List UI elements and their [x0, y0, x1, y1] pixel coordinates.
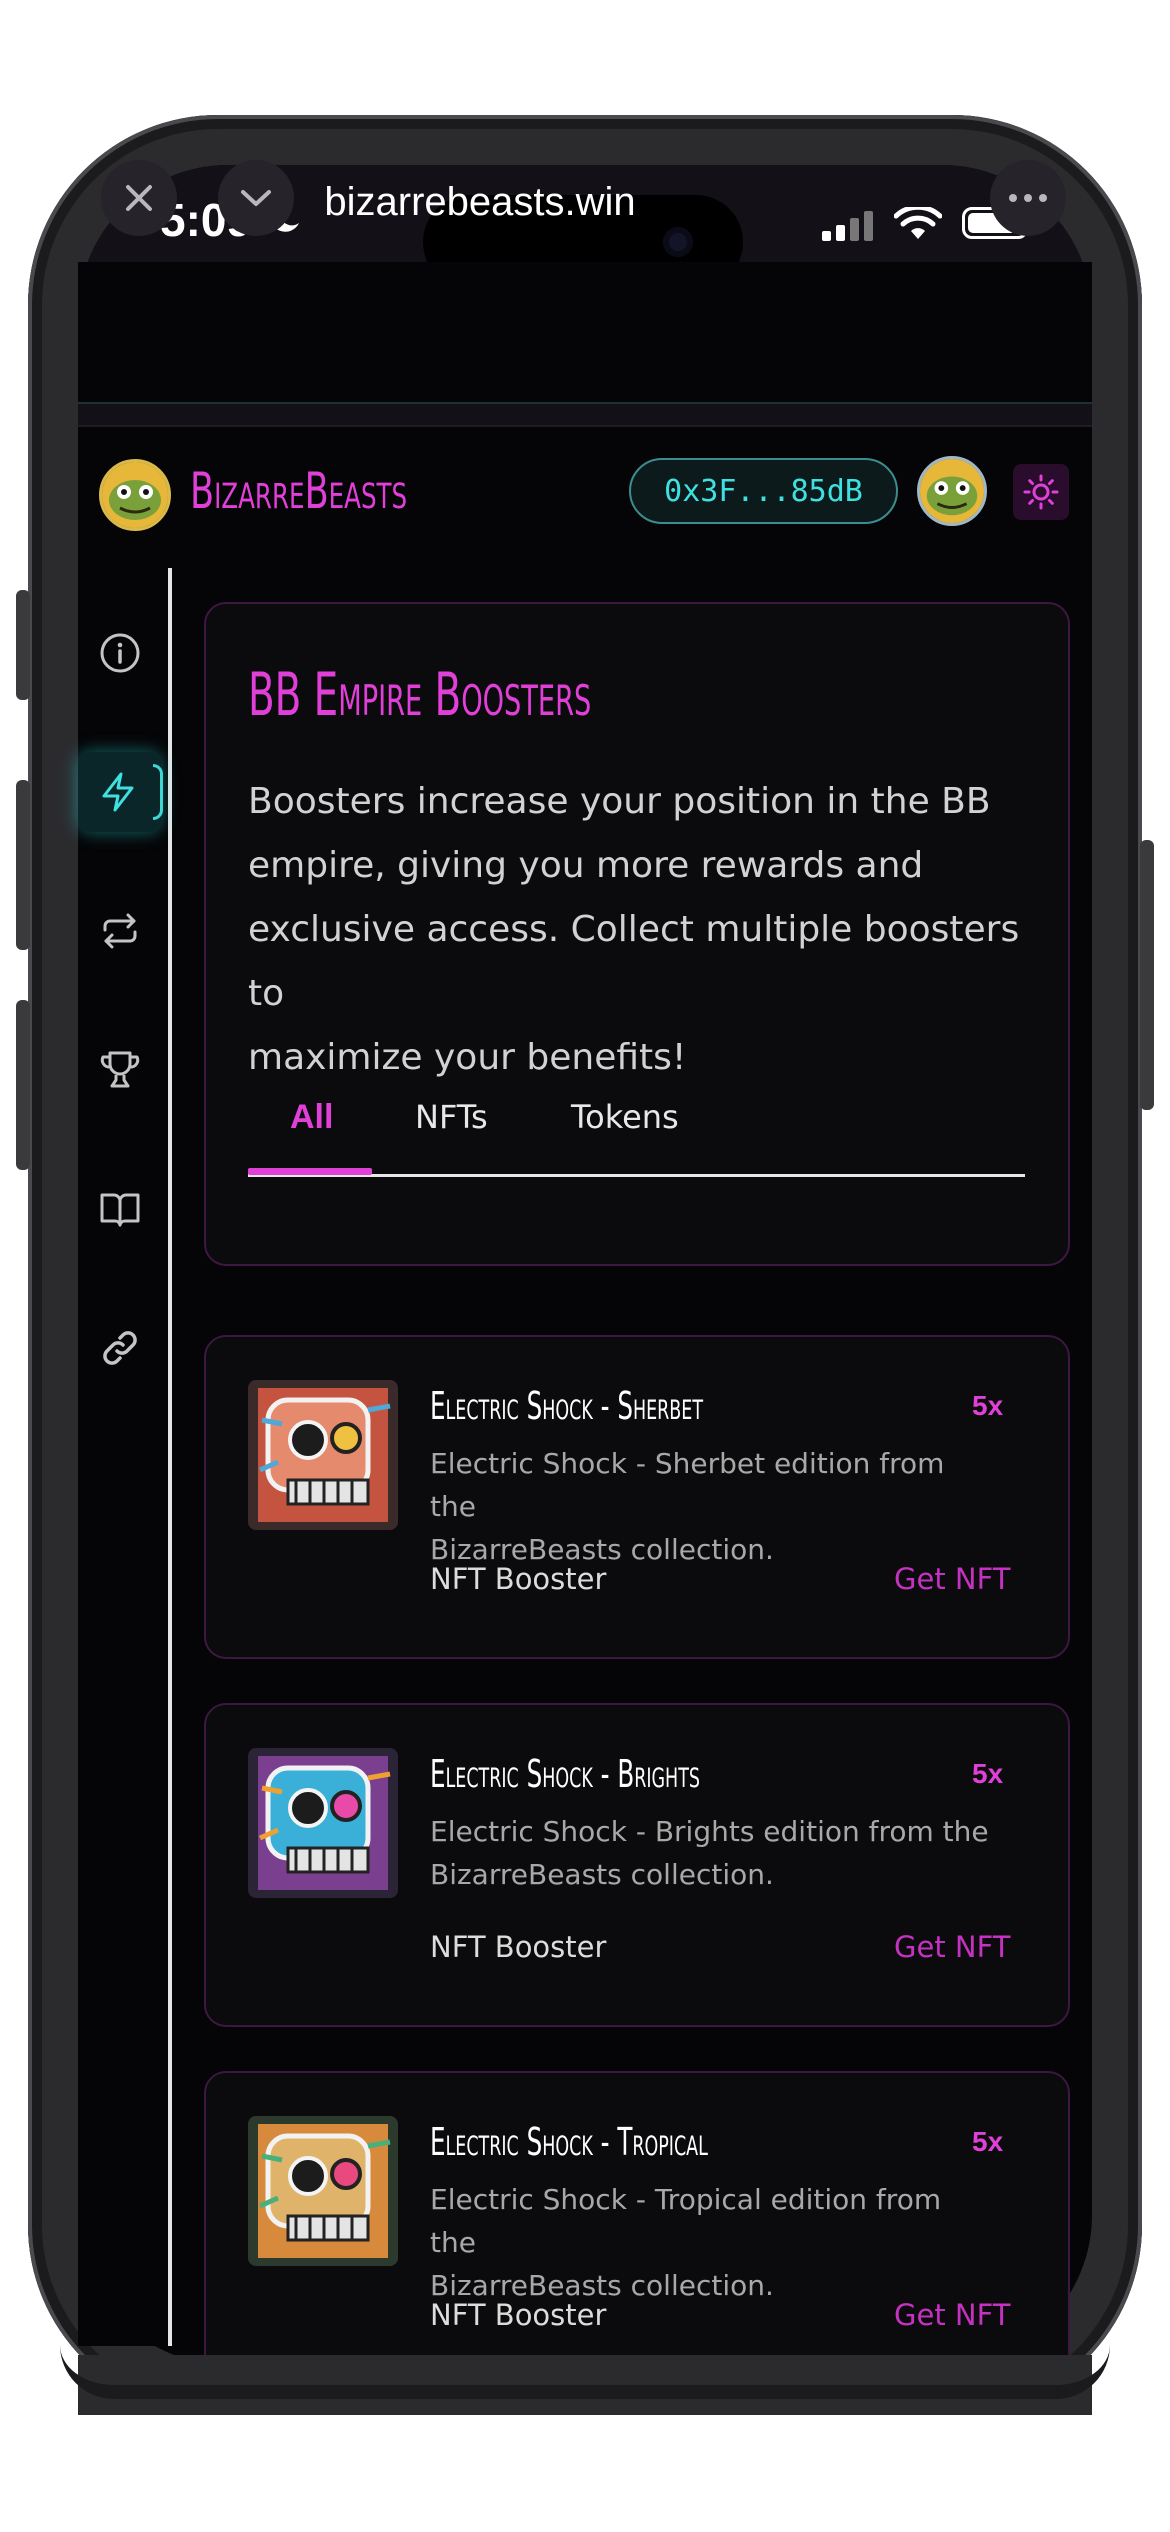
nft-thumbnail [248, 1748, 398, 1898]
phone-bottom-bezel [60, 2345, 1110, 2399]
intro-line: exclusive access. Collect multiple boost… [248, 909, 1020, 1014]
camera-icon [663, 227, 693, 257]
booster-description-line: Electric Shock - Brights edition from th… [430, 1815, 989, 1848]
url-text[interactable]: bizarrebeasts.win [200, 180, 760, 225]
sun-icon [1023, 474, 1059, 510]
trophy-icon [100, 1051, 140, 1088]
booster-description: Electric Shock - Tropical edition from t… [430, 2178, 990, 2307]
booster-title: Electric Shock - Sherbet [430, 1384, 704, 1428]
booster-type: NFT Booster [430, 2298, 607, 2332]
nft-thumbnail [248, 1380, 398, 1530]
info-icon [100, 633, 140, 673]
logo[interactable] [99, 459, 171, 531]
intro-description: Boosters increase your position in the B… [248, 770, 1028, 1090]
side-button [16, 1000, 30, 1170]
wifi-icon [894, 207, 942, 239]
link-icon [103, 1331, 137, 1365]
app-header [78, 262, 1092, 404]
nft-art-icon [248, 1380, 398, 1530]
booster-type: NFT Booster [430, 1930, 607, 1964]
tab-nfts[interactable]: NFTs [415, 1098, 488, 1136]
tab-tokens[interactable]: Tokens [571, 1098, 679, 1136]
theme-toggle-button[interactable] [1013, 464, 1069, 520]
booster-description-line: Electric Shock - Tropical edition from t… [430, 2183, 942, 2259]
get-nft-link[interactable]: Get NFT [894, 1930, 1010, 1964]
close-button[interactable] [101, 160, 177, 236]
side-button [1140, 840, 1154, 1110]
booster-description-line: BizarreBeasts collection. [430, 1858, 774, 1891]
tab-indicator [248, 1168, 372, 1175]
sidebar [78, 568, 172, 2346]
nft-art-icon [248, 2116, 398, 2266]
intro-line: empire, giving you more rewards and [248, 845, 924, 886]
brand-name[interactable]: BizarreBeasts [190, 462, 407, 520]
sidebar-item-links[interactable] [93, 1321, 147, 1375]
tab-all[interactable]: All [290, 1098, 333, 1137]
avatar[interactable] [917, 456, 987, 526]
sidebar-item-info[interactable] [93, 626, 147, 680]
multiplier-badge: 5x [972, 1758, 1004, 1789]
intro-line: maximize your benefits! [248, 1037, 687, 1078]
booster-title: Electric Shock - Tropical [430, 2120, 708, 2164]
side-button [16, 590, 30, 700]
swap-icon [103, 913, 137, 949]
lightning-icon [102, 772, 134, 812]
page-title: BB Empire Boosters [248, 660, 592, 730]
booster-description: Electric Shock - Brights edition from th… [430, 1810, 990, 1896]
wallet-address-button[interactable]: 0x3F...85dB [629, 458, 898, 524]
get-nft-link[interactable]: Get NFT [894, 1562, 1010, 1596]
book-icon [100, 1193, 140, 1227]
booster-title: Electric Shock - Brights [430, 1752, 701, 1796]
beast-logo-icon [102, 462, 168, 528]
avatar-icon [920, 459, 984, 523]
intro-line: Boosters increase your position in the B… [248, 781, 991, 822]
nft-thumbnail [248, 2116, 398, 2266]
more-icon [1009, 194, 1047, 202]
booster-description-line: Electric Shock - Sherbet edition from th… [430, 1447, 945, 1523]
sidebar-item-swap[interactable] [93, 904, 147, 958]
sidebar-item-boosters[interactable] [91, 765, 145, 819]
side-button [16, 780, 30, 950]
booster-description: Electric Shock - Sherbet edition from th… [430, 1442, 990, 1571]
booster-type: NFT Booster [430, 1562, 607, 1596]
nft-art-icon [248, 1748, 398, 1898]
sidebar-item-leaderboard[interactable] [93, 1043, 147, 1097]
multiplier-badge: 5x [972, 1390, 1004, 1421]
signal-icon [822, 211, 873, 241]
get-nft-link[interactable]: Get NFT [894, 2298, 1010, 2332]
close-icon [126, 185, 152, 211]
sidebar-item-docs[interactable] [93, 1182, 147, 1236]
multiplier-badge: 5x [972, 2126, 1004, 2157]
more-button[interactable] [990, 160, 1066, 236]
